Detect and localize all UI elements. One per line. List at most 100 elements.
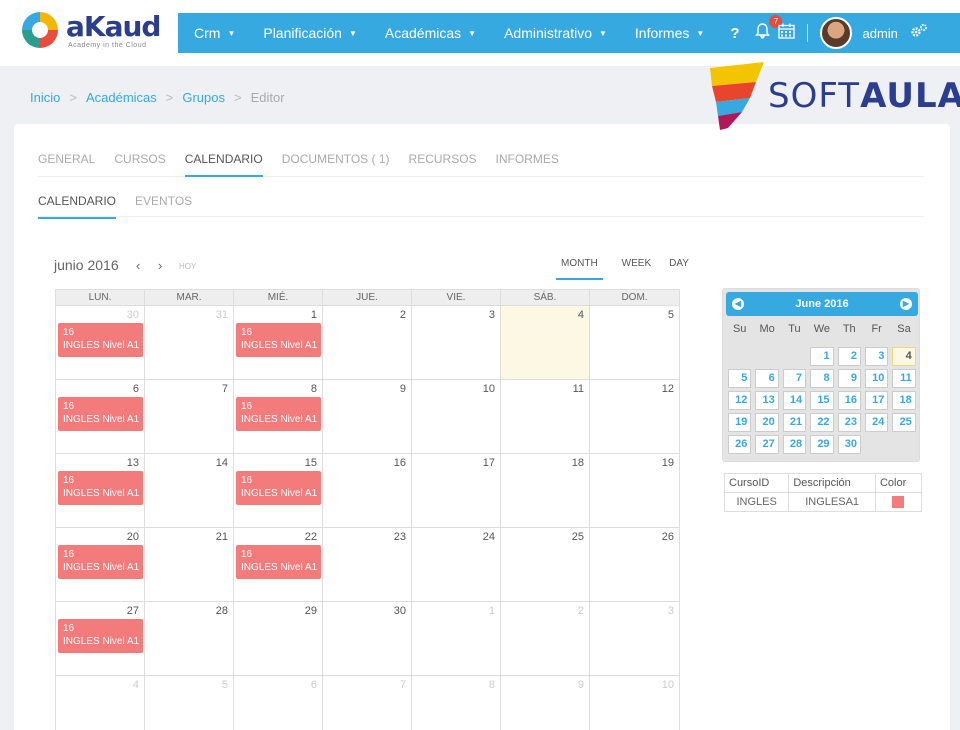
- mini-day[interactable]: 17: [864, 391, 889, 410]
- mini-day[interactable]: 27: [755, 435, 779, 454]
- calendar-day[interactable]: 10: [590, 676, 679, 730]
- mini-day[interactable]: 25: [892, 413, 916, 432]
- subtab-calendario[interactable]: CALENDARIO: [38, 194, 117, 219]
- calendar-day[interactable]: 19: [590, 454, 679, 527]
- mini-day[interactable]: 19: [728, 413, 752, 432]
- calendar-event[interactable]: 16 INGLES Nivel A1: [58, 323, 143, 357]
- mini-day[interactable]: 20: [755, 413, 779, 432]
- tab-informes[interactable]: INFORMES: [496, 152, 559, 177]
- mini-next-icon[interactable]: ▶: [900, 298, 912, 310]
- calendar-day[interactable]: 6: [234, 676, 323, 730]
- mini-day[interactable]: 6: [755, 369, 779, 388]
- mini-day[interactable]: 4: [892, 347, 916, 366]
- calendar-day[interactable]: 1: [412, 602, 501, 675]
- mini-day[interactable]: 15: [810, 391, 834, 410]
- calendar-day[interactable]: 30: [323, 602, 412, 675]
- gear-icon[interactable]: [910, 23, 928, 43]
- calendar-day[interactable]: 25: [501, 528, 590, 601]
- calendar-day[interactable]: 30 16 INGLES Nivel A1: [56, 306, 145, 379]
- calendar-day[interactable]: 16: [323, 454, 412, 527]
- mini-day[interactable]: 24: [864, 413, 889, 432]
- today-button[interactable]: HOY: [179, 262, 196, 271]
- calendar-day[interactable]: 17: [412, 454, 501, 527]
- calendar-day[interactable]: 24: [412, 528, 501, 601]
- calendar-event[interactable]: 16 INGLES Nivel A1: [58, 471, 143, 505]
- breadcrumb-academicas[interactable]: Académicas: [86, 90, 157, 105]
- calendar-day[interactable]: 7: [145, 380, 234, 453]
- calendar-day[interactable]: 1 16 INGLES Nivel A1: [234, 306, 323, 379]
- calendar-day[interactable]: 18: [501, 454, 590, 527]
- calendar-event[interactable]: 16 INGLES Nivel A1: [58, 545, 143, 579]
- tab-recursos[interactable]: RECURSOS: [409, 152, 477, 177]
- calendar-day[interactable]: 9: [323, 380, 412, 453]
- calendar-day[interactable]: 12: [590, 380, 679, 453]
- view-day-button[interactable]: DAY: [664, 258, 694, 280]
- nav-academicas[interactable]: Académicas ▼: [369, 25, 488, 41]
- table-row[interactable]: INGLES INGLESA1: [723, 491, 923, 513]
- mini-day[interactable]: 18: [892, 391, 916, 410]
- calendar-day[interactable]: 3: [590, 602, 679, 675]
- calendar-day[interactable]: 27 16 INGLES Nivel A1: [56, 602, 145, 675]
- calendar-day[interactable]: 28: [145, 602, 234, 675]
- calendar-day[interactable]: 9: [501, 676, 590, 730]
- bell-icon[interactable]: 7: [755, 15, 783, 43]
- tab-documentos[interactable]: DOCUMENTOS ( 1): [282, 152, 390, 177]
- calendar-day[interactable]: 13 16 INGLES Nivel A1: [56, 454, 145, 527]
- subtab-eventos[interactable]: EVENTOS: [135, 194, 192, 219]
- calendar-day[interactable]: 21: [145, 528, 234, 601]
- mini-day[interactable]: 29: [810, 435, 834, 454]
- calendar-day[interactable]: 5: [145, 676, 234, 730]
- prev-month-button[interactable]: ‹: [136, 258, 140, 273]
- calendar-event[interactable]: 16 INGLES Nivel A1: [236, 471, 321, 505]
- calendar-event[interactable]: 16 INGLES Nivel A1: [236, 397, 321, 431]
- mini-day[interactable]: 21: [782, 413, 807, 432]
- calendar-day[interactable]: 10: [412, 380, 501, 453]
- mini-day[interactable]: 16: [837, 391, 861, 410]
- calendar-day[interactable]: 11: [501, 380, 590, 453]
- calendar-day[interactable]: 5: [590, 306, 679, 379]
- breadcrumb-grupos[interactable]: Grupos: [182, 90, 225, 105]
- calendar-day[interactable]: 7: [323, 676, 412, 730]
- calendar-day[interactable]: 23: [323, 528, 412, 601]
- next-month-button[interactable]: ›: [158, 258, 162, 273]
- mini-prev-icon[interactable]: ◀: [732, 298, 744, 310]
- calendar-event[interactable]: 16 INGLES Nivel A1: [58, 397, 143, 431]
- calendar-day[interactable]: 29: [234, 602, 323, 675]
- calendar-day[interactable]: 2: [323, 306, 412, 379]
- mini-day[interactable]: 10: [864, 369, 889, 388]
- mini-day[interactable]: 7: [782, 369, 807, 388]
- avatar[interactable]: [820, 17, 853, 49]
- calendar-day[interactable]: 22 16 INGLES Nivel A1: [234, 528, 323, 601]
- mini-day[interactable]: 8: [810, 369, 834, 388]
- user-name[interactable]: admin: [862, 26, 897, 41]
- calendar-event[interactable]: 16 INGLES Nivel A1: [236, 323, 321, 357]
- nav-crm[interactable]: Crm ▼: [178, 25, 247, 41]
- mini-day[interactable]: 12: [728, 391, 752, 410]
- mini-day[interactable]: 3: [864, 347, 889, 366]
- calendar-day[interactable]: 8 16 INGLES Nivel A1: [234, 380, 323, 453]
- tab-cursos[interactable]: CURSOS: [114, 152, 165, 177]
- calendar-day[interactable]: 15 16 INGLES Nivel A1: [234, 454, 323, 527]
- calendar-day[interactable]: 20 16 INGLES Nivel A1: [56, 528, 145, 601]
- calendar-day[interactable]: 3: [412, 306, 501, 379]
- mini-day[interactable]: 14: [782, 391, 807, 410]
- mini-day[interactable]: 9: [837, 369, 861, 388]
- tab-general[interactable]: GENERAL: [38, 152, 95, 177]
- calendar-day[interactable]: 4: [501, 306, 590, 379]
- nav-administrativo[interactable]: Administrativo ▼: [488, 25, 619, 41]
- nav-planificacion[interactable]: Planificación ▼: [247, 25, 369, 41]
- mini-day[interactable]: 26: [728, 435, 752, 454]
- calendar-day[interactable]: 2: [501, 602, 590, 675]
- calendar-day[interactable]: 14: [145, 454, 234, 527]
- calendar-event[interactable]: 16 INGLES Nivel A1: [58, 619, 143, 653]
- calendar-day[interactable]: 31: [145, 306, 234, 379]
- mini-day[interactable]: 22: [810, 413, 834, 432]
- calendar-day[interactable]: 8: [412, 676, 501, 730]
- mini-day[interactable]: 28: [782, 435, 807, 454]
- calendar-day[interactable]: 26: [590, 528, 679, 601]
- akaud-logo[interactable]: aKaud Academy in the Cloud: [18, 8, 168, 52]
- calendar-day[interactable]: 4: [56, 676, 145, 730]
- mini-day[interactable]: 11: [892, 369, 916, 388]
- mini-day[interactable]: 23: [837, 413, 861, 432]
- breadcrumb-inicio[interactable]: Inicio: [30, 90, 60, 105]
